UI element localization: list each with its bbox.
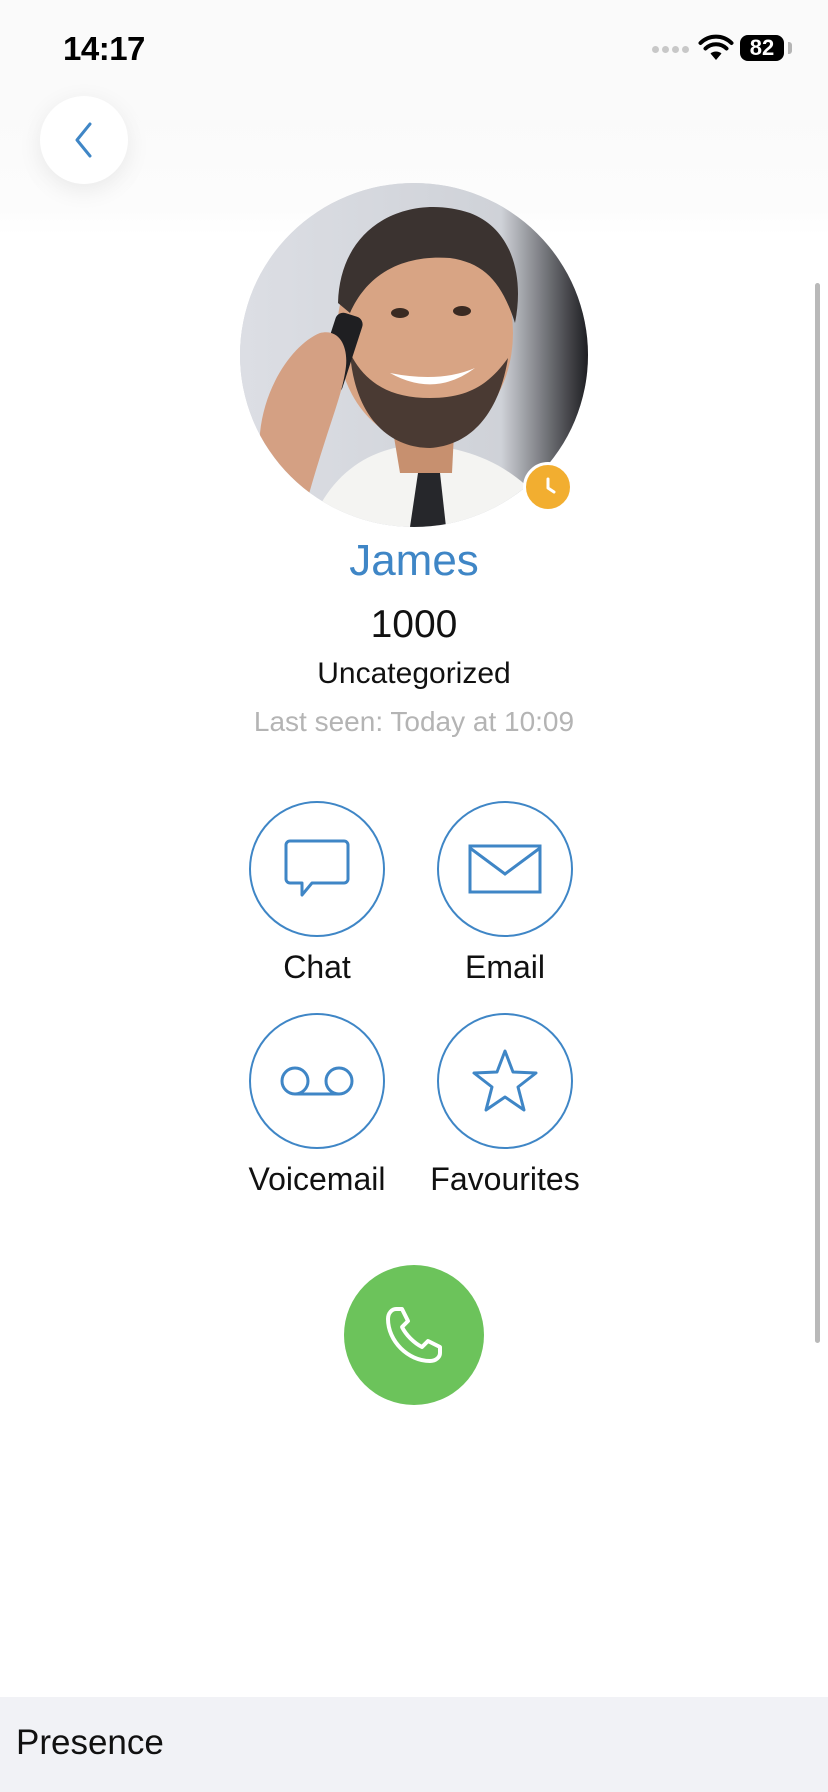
status-bar: 14:17 82 (0, 0, 828, 100)
cellular-signal-icon (652, 46, 690, 58)
voicemail-icon (280, 1066, 354, 1096)
voicemail-action[interactable]: Voicemail (217, 1013, 417, 1198)
chat-action[interactable]: Chat (217, 801, 417, 986)
envelope-icon (468, 844, 542, 894)
contact-category: Uncategorized (317, 657, 511, 690)
email-action[interactable]: Email (405, 801, 605, 986)
chevron-left-icon (75, 122, 92, 158)
status-time: 14:17 (63, 30, 145, 67)
battery-indicator: 82 (740, 35, 784, 61)
email-button[interactable] (437, 801, 573, 937)
presence-section-header: Presence (0, 1697, 828, 1792)
star-icon (472, 1049, 538, 1112)
call-button[interactable] (344, 1265, 484, 1405)
favourites-button[interactable] (437, 1013, 573, 1149)
voicemail-button[interactable] (249, 1013, 385, 1149)
last-seen-text: Last seen: Today at 10:09 (253, 706, 575, 737)
chat-label: Chat (283, 949, 351, 985)
scroll-indicator[interactable] (815, 283, 820, 1343)
chat-button[interactable] (249, 801, 385, 937)
battery-tip (788, 42, 792, 54)
wifi-icon (698, 34, 734, 60)
favourites-action[interactable]: Favourites (405, 1013, 605, 1198)
voicemail-label: Voicemail (248, 1161, 386, 1197)
back-button[interactable] (40, 96, 128, 184)
chat-bubble-icon (284, 839, 350, 897)
phone-icon (386, 1307, 442, 1363)
presence-away-badge (523, 462, 573, 512)
contact-extension: 1000 (370, 603, 458, 646)
email-label: Email (464, 949, 545, 985)
clock-icon (546, 477, 556, 494)
favourites-label: Favourites (430, 1161, 580, 1197)
contact-name: James (349, 536, 479, 585)
section-title: Presence (16, 1723, 164, 1762)
